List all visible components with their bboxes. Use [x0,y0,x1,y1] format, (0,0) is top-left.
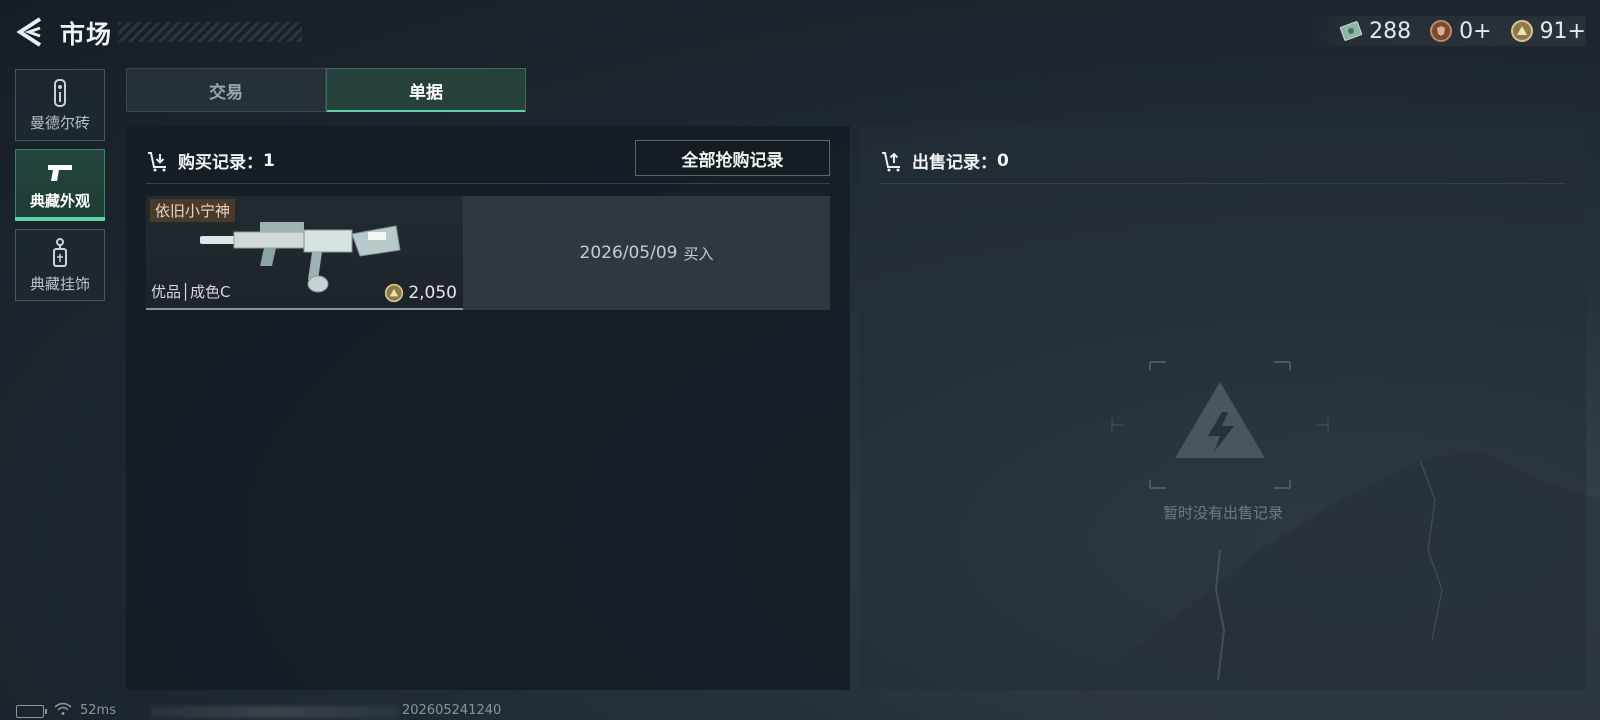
currency-medal[interactable]: 0+ [1429,18,1492,44]
currency-cash[interactable]: 288 [1339,19,1411,44]
item-card[interactable]: 依旧小宁神 优品│成色C 2,050 [146,196,463,310]
currency-bar: 288 0+ 91+ [1309,16,1586,46]
mandel-brick-icon [54,78,66,107]
gold-coin-icon [385,283,404,303]
battery-icon [16,705,47,718]
top-bar: 市场 288 0+ 91+ [0,0,1600,64]
record-action: 买入 [683,244,714,263]
item-quality: 优品│成色C [151,283,231,301]
cart-upload-icon [882,151,900,171]
empty-state-logo-icon [1111,361,1329,489]
currency-medal-amount: 0+ [1459,18,1492,44]
gold-coin-icon [1510,20,1533,42]
title-decoration [118,22,302,42]
sidebar-item-label: 典藏外观 [29,191,90,210]
market-tabs: 交易 单据 [126,68,526,112]
purchase-records-count: 1 [263,150,275,171]
page-title: 市场 [60,20,113,49]
item-price: 2,050 [384,283,457,303]
item-price-value: 2,050 [408,283,457,303]
currency-cash-amount: 288 [1369,18,1412,44]
record-date: 2026/05/09 [579,243,678,263]
purchase-records-label: 购买记录： [178,153,263,173]
charm-tag-icon [53,237,67,267]
cart-download-icon [148,151,166,171]
cash-ticket-icon [1340,21,1363,41]
currency-coin-amount: 91+ [1539,18,1586,44]
currency-coin[interactable]: 91+ [1510,19,1586,44]
sales-records-header: 出售记录： 0 [880,138,1566,184]
sales-records-panel: 出售记录： 0 暂时没有出售记录 [860,126,1586,690]
purchase-records-panel: 购买记录： 1 全部抢购记录 依旧小宁神 优品│成色C 2,050 2026/0… [126,126,850,690]
smg-weapon-image [200,222,401,293]
sales-records-count: 0 [997,150,1009,171]
purchase-record-row[interactable]: 依旧小宁神 优品│成色C 2,050 2026/05/09 买入 [146,196,830,310]
sidebar-item-collection-charms[interactable]: 典藏挂饰 [15,229,105,301]
network-latency: 52ms [80,703,116,718]
bronze-medal-icon [1430,20,1453,42]
sidebar-item-label: 典藏挂饰 [29,274,90,293]
sales-records-label: 出售记录： [912,153,997,173]
status-footer: 52ms 202605241240 [0,700,1600,720]
player-id-masked [150,706,398,718]
all-rush-purchase-records-button[interactable]: 全部抢购记录 [635,140,830,176]
purchase-records-header: 购买记录： 1 全部抢购记录 [146,138,830,184]
build-number: 202605241240 [402,703,502,718]
empty-state-text: 暂时没有出售记录 [1162,504,1283,522]
back-arrow-icon[interactable] [14,16,44,48]
sidebar-item-label: 曼德尔砖 [29,113,90,132]
tab-trade[interactable]: 交易 [126,68,326,112]
wifi-icon [54,702,72,715]
sidebar-item-mandel-brick[interactable]: 曼德尔砖 [15,69,105,141]
record-detail: 2026/05/09 买入 [463,196,830,310]
pistol-icon [48,164,72,181]
sidebar-item-collection-skins[interactable]: 典藏外观 [15,149,105,221]
category-sidebar: 曼德尔砖 典藏外观 典藏挂饰 [15,69,105,309]
tab-records[interactable]: 单据 [326,68,526,112]
